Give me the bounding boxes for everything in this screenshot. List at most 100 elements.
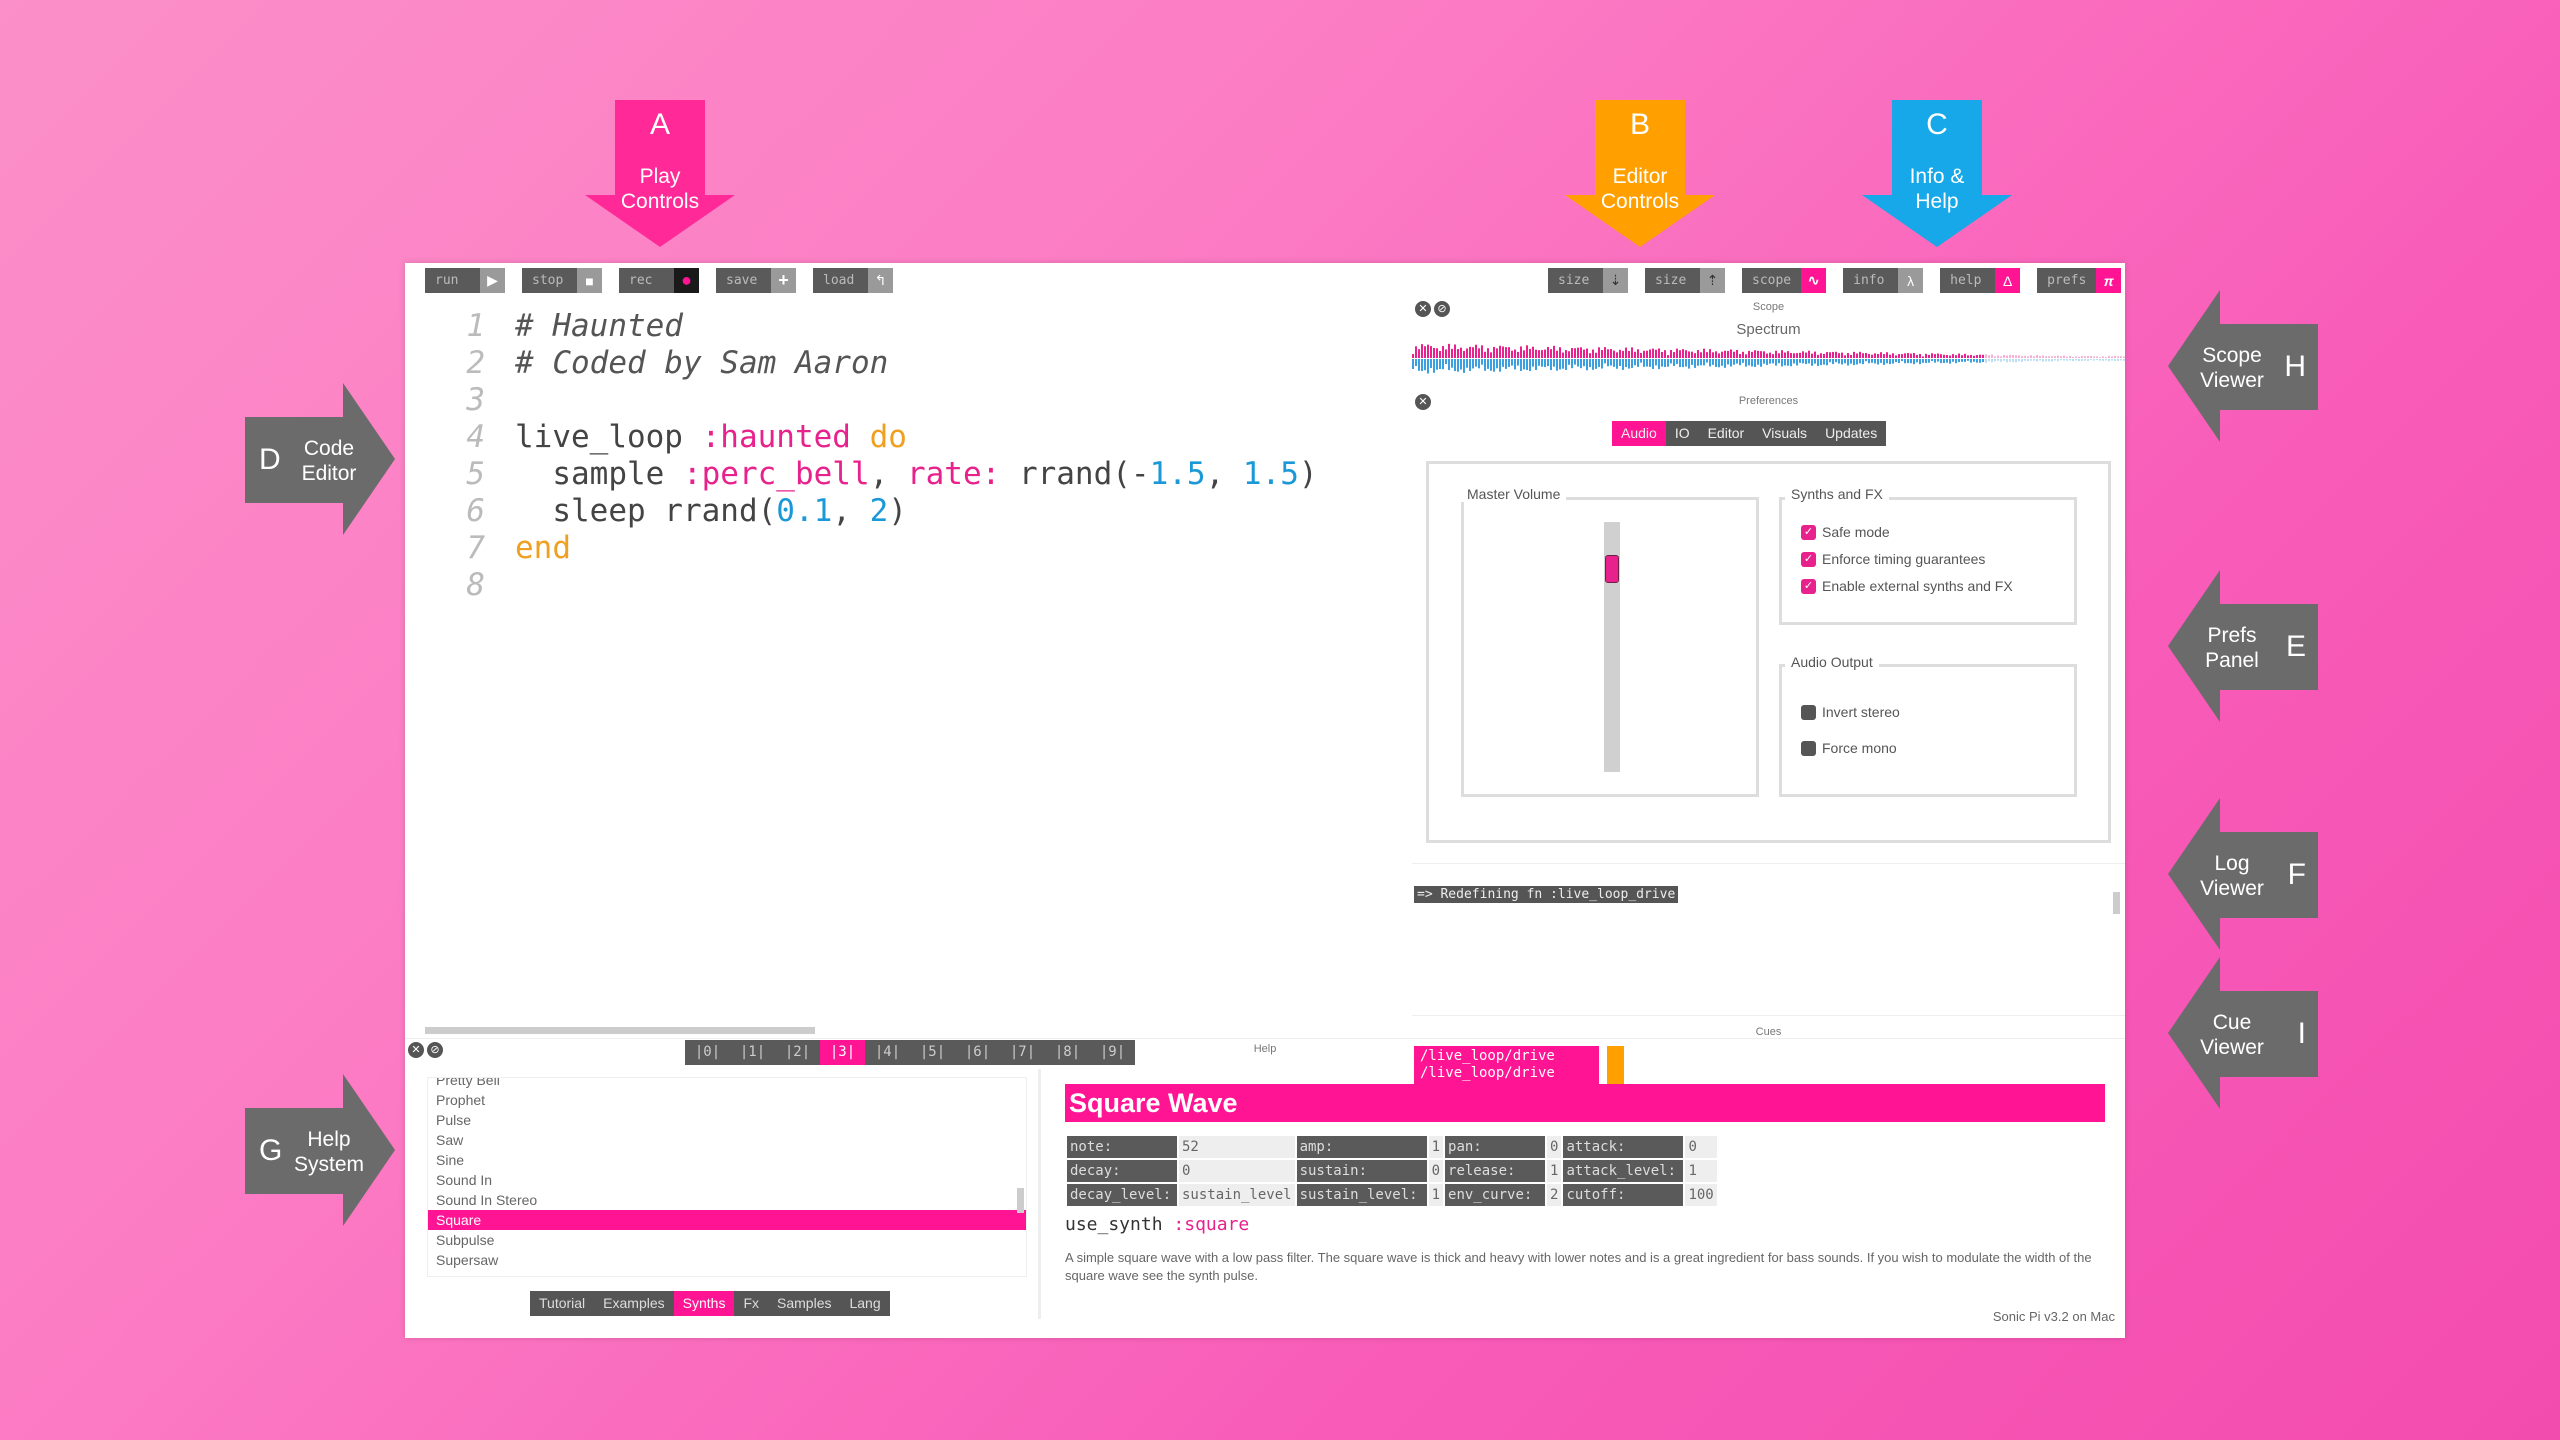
spectrum-bar [1463,350,1465,358]
help-button[interactable]: help Δ [1940,268,2021,293]
save-button[interactable]: save + [716,268,796,293]
slider-thumb[interactable] [1605,555,1619,584]
help-list-item[interactable]: Saw [428,1130,1026,1150]
help-list-item[interactable]: Supersaw [428,1250,1026,1270]
external-synths-checkbox[interactable]: ✓ Enable external synths and FX [1801,578,2013,594]
spectrum-bar [1616,359,1618,369]
code-editor[interactable]: 1 2 3 4 5 6 7 8 # Haunted # Coded by Sam… [405,298,1410,1065]
spectrum-bar [1679,359,1681,368]
prefs-tab-editor[interactable]: Editor [1699,421,1754,446]
spectrum-bar [1934,359,1936,363]
log-scrollbar[interactable] [2113,892,2120,914]
spectrum-bar [1652,348,1654,358]
spectrum-bar [1865,359,1867,362]
size-up-button[interactable]: size ⇡ [1645,268,1725,293]
help-list-item[interactable]: Subpulse [428,1230,1026,1250]
spectrum-bar [1553,359,1555,367]
run-label: run [425,268,480,293]
spectrum-bar [2006,359,2008,363]
info-button[interactable]: info λ [1843,268,1924,293]
spectrum-bar [1514,359,1516,370]
load-button[interactable]: load ↰ [813,268,893,293]
spectrum-bar [2105,356,2107,358]
help-list-item[interactable]: Pulse [428,1110,1026,1130]
spectrum-bar [1913,353,1915,358]
spectrum-title: Spectrum [1736,321,1801,338]
param-key: release: [1445,1160,1546,1182]
help-tab-synths[interactable]: Synths [673,1291,735,1316]
help-tab-lang[interactable]: Lang [840,1291,889,1316]
line-number: 5 [466,456,485,492]
spectrum-bar [1520,359,1522,372]
help-list-item[interactable]: Sound In [428,1170,1026,1190]
spectrum-bar [1886,359,1888,364]
spectrum-bar [1427,359,1429,374]
help-list-item[interactable]: Sound In Stereo [428,1190,1026,1210]
annotation-label: Prefs Panel [2205,624,2259,672]
spectrum-bar [1439,359,1441,370]
spectrum-bar [2081,359,2083,361]
spectrum-bar [1547,359,1549,367]
enforce-timing-checkbox[interactable]: ✓ Enforce timing guarantees [1801,551,1985,567]
spectrum-bar [1649,359,1651,367]
help-list[interactable]: Pretty Bell Prophet Pulse Saw Sine Sound In So… [427,1077,1027,1277]
spectrum-bar [1700,359,1702,366]
spectrum-bar [2099,359,2101,361]
horizontal-scrollbar[interactable] [425,1027,815,1034]
spectrum-bar [1484,351,1486,358]
help-tab-fx[interactable]: Fx [734,1291,768,1316]
spectrum-bar [1949,355,1951,358]
spectrum-bar [1754,350,1756,358]
annotation-label: Play Controls [620,165,700,213]
help-list-item[interactable]: Prophet [428,1090,1026,1110]
size-up-icon: ⇡ [1700,268,1725,293]
master-volume-slider[interactable] [1604,522,1620,772]
spectrum-bar [1997,359,1999,361]
help-list-item[interactable]: Pretty Bell [428,1078,1026,1090]
size-down-button[interactable]: size ⇣ [1548,268,1628,293]
spectrum-bar [2081,356,2083,358]
annotation-g-help-system: G Help System [245,1074,395,1226]
help-tab-examples[interactable]: Examples [594,1291,673,1316]
spectrum-bar [2042,359,2044,362]
spectrum-bar [1994,356,1996,358]
spectrum-bar [2048,356,2050,358]
help-tab-tutorial[interactable]: Tutorial [530,1291,594,1316]
spectrum-bar [1451,359,1453,368]
invert-stereo-checkbox[interactable]: Invert stereo [1801,704,1900,720]
spectrum-bar [1664,359,1666,368]
force-mono-checkbox[interactable]: Force mono [1801,740,1897,756]
spectrum-bar [1739,354,1741,358]
spectrum-bar [1877,354,1879,358]
scope-button[interactable]: scope ∿ [1742,268,1827,293]
spectrum-bar [1457,359,1459,372]
spectrum-bar [1940,359,1942,364]
annotation-label: Scope Viewer [2200,344,2264,392]
help-list-item[interactable]: Sine [428,1150,1026,1170]
checkbox-icon [1801,740,1816,756]
help-list-scrollbar[interactable] [1017,1188,1024,1213]
spectrum-bar [1469,359,1471,371]
spectrum-bar [1988,359,1990,362]
help-tab-samples[interactable]: Samples [768,1291,840,1316]
prefs-button[interactable]: prefs π [2037,268,2122,293]
spectrum-bar [1823,353,1825,358]
scope-title: Scope [1752,301,1785,313]
spectrum-bar [1688,359,1690,369]
spectrum-bar [1691,359,1693,365]
safe-mode-checkbox[interactable]: ✓ Safe mode [1801,524,1890,540]
spectrum-bar [1706,352,1708,358]
stop-button[interactable]: stop ■ [522,268,602,293]
prefs-tab-visuals[interactable]: Visuals [1753,421,1816,446]
spectrum-bar [1502,359,1504,367]
rec-label: rec [619,268,674,293]
prefs-tab-io[interactable]: IO [1666,421,1699,446]
prefs-tab-audio[interactable]: Audio [1612,421,1666,446]
run-button[interactable]: run ▶ [425,268,505,293]
spectrum-bar [1697,359,1699,366]
spectrum-bar [1955,359,1957,364]
rec-button[interactable]: rec ● [619,268,699,293]
help-list-item[interactable]: Square [428,1210,1026,1230]
prefs-tab-updates[interactable]: Updates [1816,421,1886,446]
code-token: rrand(- [1000,456,1150,492]
